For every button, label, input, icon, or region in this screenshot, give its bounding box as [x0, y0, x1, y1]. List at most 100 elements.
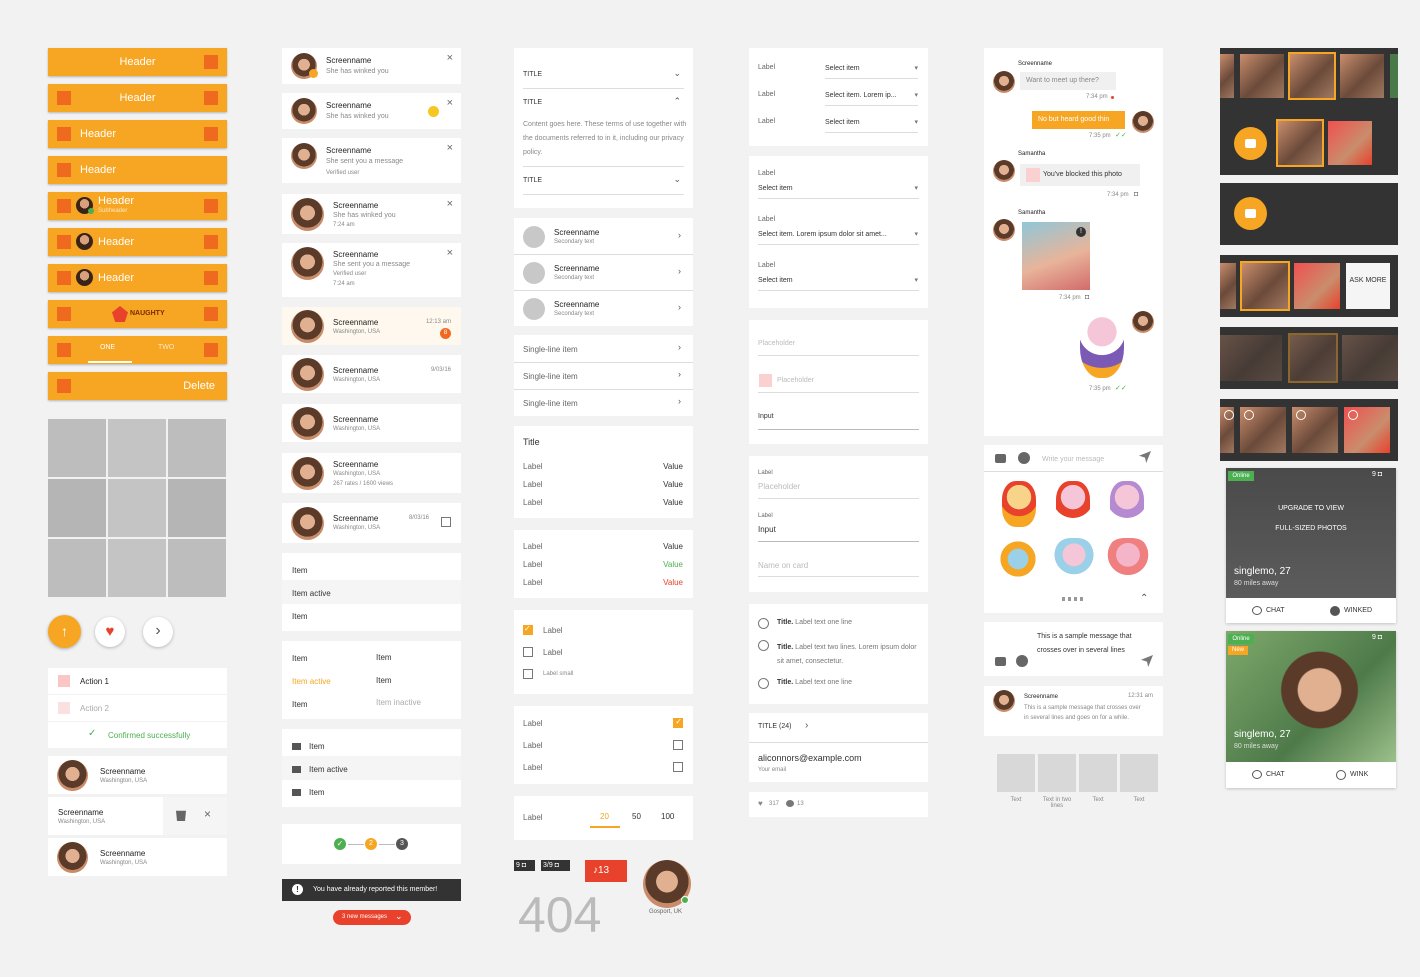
nav-icon[interactable] [57, 199, 71, 213]
gallery-photo[interactable] [1328, 121, 1372, 165]
ask-more-button[interactable]: ASK MORE [1346, 263, 1390, 309]
radio-button[interactable] [758, 678, 769, 689]
select-circle[interactable] [1296, 410, 1306, 420]
nav-icon[interactable] [57, 127, 71, 141]
select-circle[interactable] [1244, 410, 1254, 420]
avatar[interactable] [291, 457, 324, 490]
input-value[interactable]: Input [758, 525, 776, 534]
user-row[interactable]: Screenname Washington, USA [48, 756, 227, 794]
people-item[interactable]: Screenname Washington, USA 267 rates / 1… [282, 453, 461, 493]
people-item-selectable[interactable]: Screenname Washington, USA 8/03/16 [282, 503, 461, 543]
radio-button[interactable] [758, 618, 769, 629]
checkbox[interactable] [523, 647, 533, 657]
sticker-miss-u[interactable] [1110, 481, 1144, 527]
select-value[interactable]: Select item [825, 119, 860, 126]
chevron-right-icon[interactable]: › [678, 369, 681, 379]
add-photo-button[interactable] [1234, 127, 1267, 160]
user-row[interactable]: Screenname Washington, USA [48, 838, 227, 876]
profile-card-locked[interactable]: Online 9 ◘ UPGRADE TO VIEW FULL-SIZED PH… [1226, 468, 1396, 623]
menu-item[interactable]: Item [292, 566, 308, 575]
my-avatar[interactable] [1132, 311, 1154, 333]
header-centered[interactable]: Header [48, 48, 227, 76]
header-delete[interactable]: Delete [48, 372, 227, 400]
radio-button[interactable] [758, 640, 769, 651]
gallery-photo[interactable] [1220, 335, 1282, 381]
dropdown-arrow-icon[interactable]: ▾ [914, 118, 918, 126]
gallery-photo[interactable] [1390, 54, 1398, 98]
people-item[interactable]: Screenname Washington, USA 9/03/16 [282, 355, 461, 393]
avatar[interactable] [993, 71, 1015, 93]
avatar[interactable] [291, 247, 324, 280]
user-row-swiped[interactable]: Screenname Washington, USA × [48, 797, 227, 835]
action-icon[interactable] [204, 91, 218, 105]
menu-item[interactable]: Item [292, 700, 308, 709]
select-value[interactable]: Select item. Lorem ipsum dolor sit amet.… [758, 231, 887, 238]
nav-icon[interactable] [57, 307, 71, 321]
avatar[interactable] [57, 760, 88, 791]
action-item-2[interactable]: Action 2 [48, 695, 227, 721]
email-value[interactable]: aliconnors@example.com [758, 753, 862, 763]
delete-button[interactable]: Delete [183, 380, 215, 392]
gallery-photo[interactable] [1340, 54, 1384, 98]
gallery-photo-selected[interactable] [1288, 333, 1338, 383]
gallery-photo-selected[interactable] [1240, 261, 1290, 311]
emoji-icon[interactable] [1016, 655, 1028, 667]
chevron-right-icon[interactable]: › [678, 266, 681, 276]
avatar[interactable] [993, 160, 1015, 182]
single-line-item[interactable]: Single-line item [523, 372, 578, 381]
avatar[interactable] [993, 219, 1015, 241]
action-item-1[interactable]: Action 1 [48, 668, 227, 694]
menu-item[interactable]: Item [376, 653, 392, 662]
photo-cell[interactable] [48, 539, 106, 597]
select-value[interactable]: Select item [758, 277, 793, 284]
menu-item[interactable]: Item [292, 654, 308, 663]
photo-cell[interactable] [168, 539, 226, 597]
header-logo[interactable]: NAUGHTY [48, 300, 227, 328]
action-icon[interactable] [204, 343, 218, 357]
avatar[interactable] [76, 269, 93, 286]
card-name-input[interactable]: Name on card [758, 561, 808, 570]
gallery-photo-selected[interactable] [1276, 119, 1324, 167]
notification-item[interactable]: Screenname She has winked you 7:24 am × [282, 194, 461, 234]
avatar[interactable] [291, 198, 324, 231]
close-icon[interactable]: × [447, 97, 453, 109]
avatar[interactable] [291, 143, 317, 169]
tile[interactable] [1079, 754, 1117, 792]
upgrade-text[interactable]: FULL-SIZED PHOTOS [1226, 525, 1396, 532]
heart-icon[interactable]: ♥ [758, 799, 763, 808]
winked-button[interactable]: WINKED [1344, 607, 1372, 614]
tab-one[interactable]: ONE [100, 344, 115, 351]
send-icon[interactable] [1139, 451, 1151, 463]
header-with-avatar-2[interactable]: Header [48, 264, 227, 292]
select-value[interactable]: Select item [825, 65, 860, 72]
tab-two[interactable]: TWO [158, 344, 174, 351]
single-line-item[interactable]: Single-line item [523, 399, 578, 408]
avatar[interactable] [291, 507, 324, 540]
chat-button[interactable]: CHAT [1266, 607, 1285, 614]
avatar[interactable] [291, 98, 317, 124]
avatar[interactable] [993, 690, 1015, 712]
notification-item[interactable]: Screenname She sent you a message Verifi… [282, 243, 461, 297]
select-value[interactable]: Select item. Lorem ip... [825, 92, 897, 99]
nav-icon[interactable] [57, 379, 71, 393]
chevron-up-icon[interactable]: ⌃ [1140, 593, 1148, 604]
chevron-up-icon[interactable]: ⌃ [673, 96, 681, 107]
list-title[interactable]: Screenname [554, 300, 599, 309]
action-icon[interactable] [204, 307, 218, 321]
close-icon[interactable]: × [447, 198, 453, 210]
chevron-right-icon[interactable]: › [678, 342, 681, 352]
checkbox[interactable] [523, 669, 533, 679]
chat-button[interactable]: CHAT [1266, 771, 1285, 778]
nav-icon[interactable] [57, 271, 71, 285]
photo-cell[interactable] [48, 479, 106, 537]
menu-item[interactable]: Item [292, 612, 308, 621]
chevron-right-icon[interactable]: › [678, 396, 681, 406]
profile-card[interactable]: Online New 9 ◘ singlemo, 27 80 miles awa… [1226, 631, 1396, 788]
sticker[interactable] [1054, 538, 1094, 580]
photo-info-icon[interactable]: ! [1076, 227, 1086, 237]
header-with-subheader[interactable]: Header Subheader [48, 192, 227, 220]
input-value[interactable]: Input [758, 413, 774, 420]
notification-item[interactable]: Screenname She has winked you × [282, 93, 461, 129]
avatar[interactable] [291, 310, 324, 343]
upgrade-text[interactable]: UPGRADE TO VIEW [1226, 505, 1396, 512]
